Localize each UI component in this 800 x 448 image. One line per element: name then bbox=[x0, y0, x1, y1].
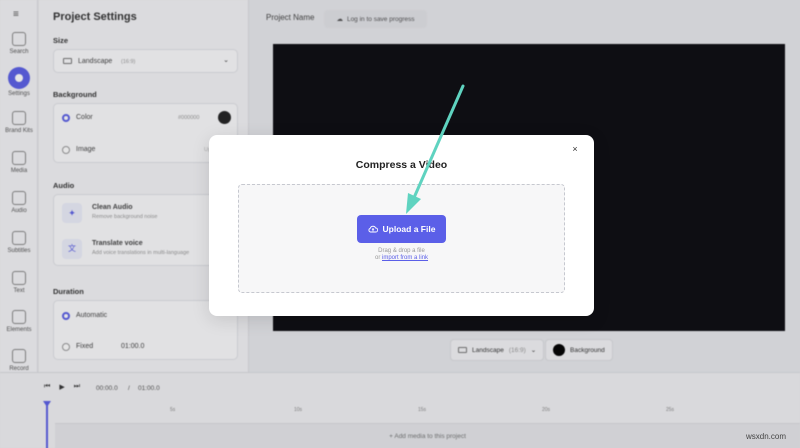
watermark: wsxdn.com bbox=[745, 432, 786, 441]
arrow-head bbox=[406, 193, 421, 214]
arrow-shaft bbox=[411, 84, 465, 202]
annotation-arrow bbox=[406, 84, 465, 214]
